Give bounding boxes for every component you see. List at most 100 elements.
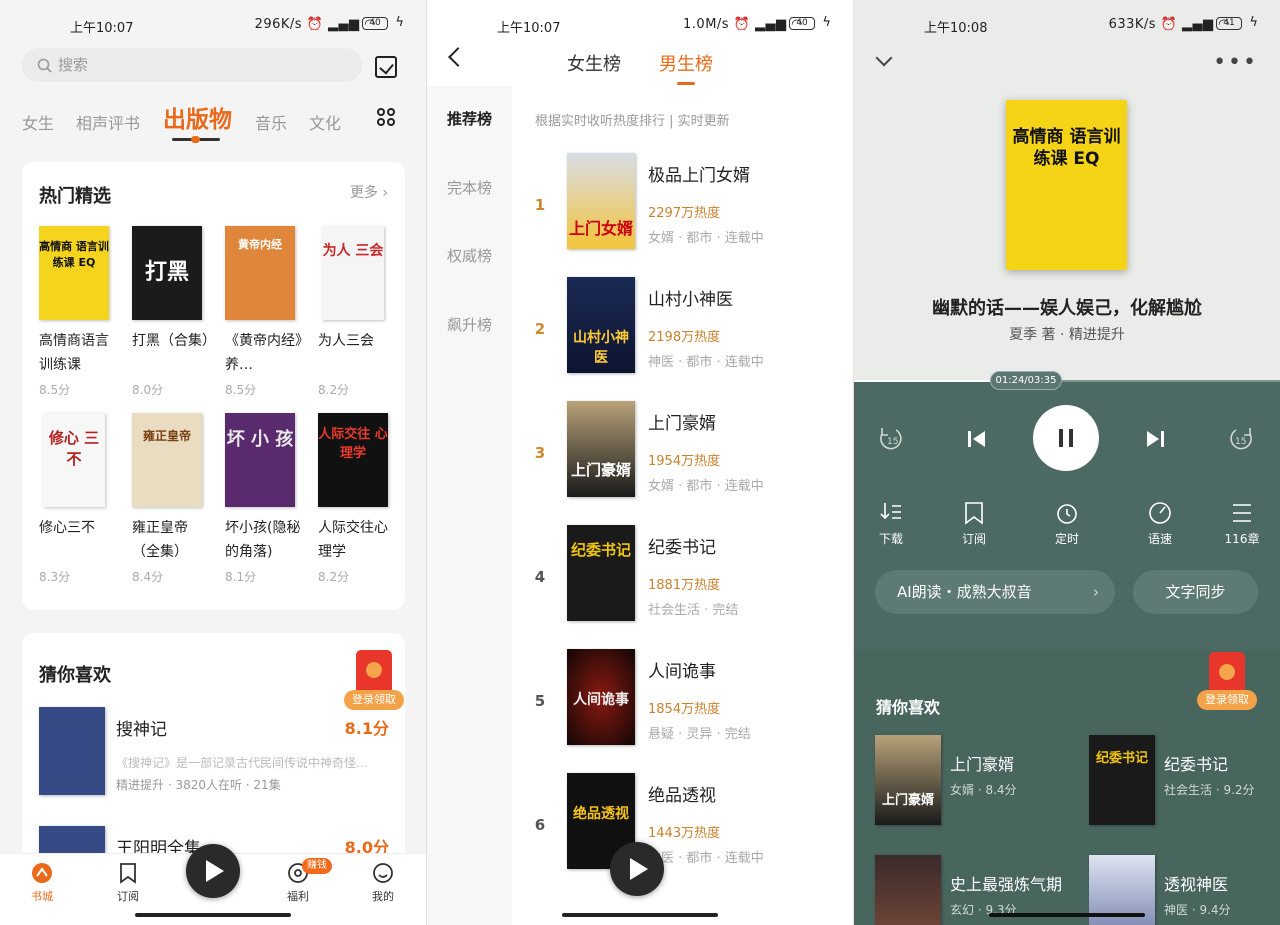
tab-male-rank[interactable]: 男生榜 <box>659 50 713 76</box>
item-title: 纪委书记 <box>1164 755 1229 774</box>
timer-button[interactable]: 定时 <box>1037 500 1097 547</box>
previous-icon[interactable] <box>967 429 987 449</box>
tab-music[interactable]: 音乐 <box>255 110 287 134</box>
book-item[interactable]: 打黑 打黑（合集） 8.0分 <box>132 226 210 398</box>
rank-row[interactable]: 3 上门豪婿 上门豪婿 1954万热度 女婿 · 都市 · 连载中 <box>527 401 853 525</box>
status-net: 633K/s ⏰ ▂▄▆ ◠ <box>1108 17 1230 32</box>
book-cover: 黄帝内经 <box>225 226 295 320</box>
back-icon[interactable] <box>448 47 468 67</box>
list-item[interactable]: 纪委书记 纪委书记 社会生活 · 9.2分 <box>1089 735 1280 825</box>
list-item[interactable]: 上门豪婿 上门豪婿 女婿 · 8.4分 <box>875 735 1075 825</box>
book-cover: 人际交往 心理学 <box>318 413 388 507</box>
book-item[interactable]: 修心 三不 修心三不 8.3分 <box>39 413 117 585</box>
book-score: 8.5分 <box>225 383 257 397</box>
red-packet-icon[interactable] <box>356 650 392 694</box>
rank-row[interactable]: 5 人间诡事 人间诡事 1854万热度 悬疑 · 灵异 · 完结 <box>527 649 853 773</box>
book-item[interactable]: 为人 三会 为人三会 8.2分 <box>318 226 396 398</box>
tab-publications[interactable]: 出版物 <box>163 100 232 134</box>
chevron-right-icon: › <box>1093 583 1099 601</box>
rank-number: 1 <box>534 196 546 214</box>
status-bar: 上午10:07 1.0M/s ⏰ ▂▄▆ ◠ 40 ϟ <box>427 0 853 50</box>
next-icon[interactable] <box>1145 429 1165 449</box>
search-placeholder: 搜索 <box>58 56 89 74</box>
rank-title: 极品上门女婿 <box>648 166 750 186</box>
home-indicator <box>562 913 718 917</box>
voice-select-button[interactable]: AI朗读・成熟大叔音 › <box>875 570 1115 614</box>
rank-tags: 悬疑 · 灵异 · 完结 <box>648 727 751 742</box>
rank-title: 山村小神医 <box>648 290 733 310</box>
sidebar-item-rising[interactable]: 飙升榜 <box>427 314 512 335</box>
charging-icon: ϟ <box>822 15 831 30</box>
charging-icon: ϟ <box>395 15 404 30</box>
item-desc: 《搜神记》是一部记录古代民间传说中神奇怪… <box>116 756 369 770</box>
book-item[interactable]: 高情商 语言训练课 EQ 高情商语言训练课 8.5分 <box>39 226 117 398</box>
battery-icon: 40 <box>362 17 388 30</box>
rank-row[interactable]: 4 纪委书记 纪委书记 1881万热度 社会生活 · 完结 <box>527 525 853 649</box>
mini-player-button[interactable] <box>610 842 664 896</box>
tab-subscribe[interactable]: 订阅 <box>103 862 153 904</box>
more-link[interactable]: 更多 › <box>350 182 388 202</box>
guess-title: 猜你喜欢 <box>39 665 111 686</box>
book-title: 雍正皇帝（全集） <box>132 520 188 560</box>
checkin-icon[interactable] <box>375 56 397 78</box>
book-title: 人际交往心理学 <box>318 520 388 560</box>
speed-button[interactable]: 语速 <box>1130 500 1190 547</box>
book-title: 高情商语言训练课 <box>39 333 109 373</box>
subscribe-button[interactable]: 订阅 <box>944 500 1004 547</box>
tab-bookstore[interactable]: 书城 <box>17 862 67 904</box>
rank-row[interactable]: 2 山村小神医 山村小神医 2198万热度 神医 · 都市 · 连载中 <box>527 277 853 401</box>
book-score: 8.2分 <box>318 570 350 584</box>
rewind-15-icon[interactable]: 15 <box>876 426 906 452</box>
tab-female-rank[interactable]: 女生榜 <box>567 50 621 76</box>
list-item[interactable]: 搜神记 8.1分 《搜神记》是一部记录古代民间传说中神奇怪… 精进提升 · 38… <box>39 707 389 797</box>
book-cover: 修心 三不 <box>43 413 105 507</box>
rank-heat: 1854万热度 <box>648 702 721 717</box>
item-title: 史上最强炼气期 <box>950 875 1063 894</box>
book-cover: 坏 小 孩 <box>225 413 295 507</box>
book-title: 坏小孩(隐秘的角落) <box>225 520 301 560</box>
login-reward-badge[interactable]: 登录领取 <box>1197 690 1257 710</box>
download-button[interactable]: 下载 <box>861 500 921 547</box>
chapters-button[interactable]: 116章 <box>1212 500 1272 547</box>
rank-number: 5 <box>534 692 546 710</box>
book-item[interactable]: 雍正皇帝 雍正皇帝（全集） 8.4分 <box>132 413 210 585</box>
book-title: 《黄帝内经》养… <box>225 333 302 373</box>
rank-heat: 1954万热度 <box>648 454 721 469</box>
item-meta: 女婿 · 8.4分 <box>950 783 1017 797</box>
search-icon <box>37 58 52 73</box>
tab-crosstalk[interactable]: 相声评书 <box>76 110 140 134</box>
rank-row[interactable]: 1 上门女婿 极品上门女婿 2297万热度 女婿 · 都市 · 连载中 <box>527 153 853 277</box>
text-sync-button[interactable]: 文字同步 <box>1133 570 1258 614</box>
rank-title: 上门豪婿 <box>648 414 716 434</box>
pause-button[interactable] <box>1033 405 1099 471</box>
rank-title: 纪委书记 <box>648 538 716 558</box>
tab-profile[interactable]: 我的 <box>358 862 408 904</box>
rank-tags: 女婿 · 都市 · 连载中 <box>648 479 764 494</box>
home-indicator <box>989 913 1145 917</box>
book-cover: 高情商 语言训练课 EQ <box>39 226 109 320</box>
book-cover: 纪委书记 <box>1089 735 1155 825</box>
mini-player-button[interactable] <box>186 844 240 898</box>
search-input[interactable]: 搜索 <box>22 48 362 82</box>
rank-number: 4 <box>534 568 546 586</box>
book-item[interactable]: 人际交往 心理学 人际交往心理学 8.2分 <box>318 413 396 585</box>
tab-culture[interactable]: 文化 <box>309 110 341 134</box>
rank-row[interactable]: 6 绝品透视 绝品透视 1443万热度 神医 · 都市 · 连载中 <box>527 773 853 897</box>
rank-hint: 根据实时收听热度排行 | 实时更新 <box>535 114 730 129</box>
sidebar-item-authority[interactable]: 权威榜 <box>427 245 512 266</box>
forward-15-icon[interactable]: 15 <box>1226 426 1256 452</box>
more-icon[interactable]: ••• <box>1213 50 1258 75</box>
book-item[interactable]: 黄帝内经 《黄帝内经》养… 8.5分 <box>225 226 303 398</box>
speed-icon <box>1149 502 1171 524</box>
category-tabs: 女生 相声评书 出版物 音乐 文化 <box>22 100 426 140</box>
bookstore-screen: 上午10:07 296K/s ⏰ ▂▄▆ ◠ 40 ϟ 搜索 女生 相声评书 出… <box>0 0 426 925</box>
sidebar-item-recommend[interactable]: 推荐榜 <box>427 108 512 129</box>
sidebar-item-complete[interactable]: 完本榜 <box>427 177 512 198</box>
progress-time[interactable]: 01:24/03:35 <box>990 371 1062 390</box>
all-categories-icon[interactable] <box>377 108 397 128</box>
book-cover: 上门豪婿 <box>875 735 941 825</box>
tab-female[interactable]: 女生 <box>22 110 54 134</box>
book-title: 为人三会 <box>318 333 374 349</box>
login-reward-badge[interactable]: 登录领取 <box>344 690 404 710</box>
book-item[interactable]: 坏 小 孩 坏小孩(隐秘的角落) 8.1分 <box>225 413 303 585</box>
